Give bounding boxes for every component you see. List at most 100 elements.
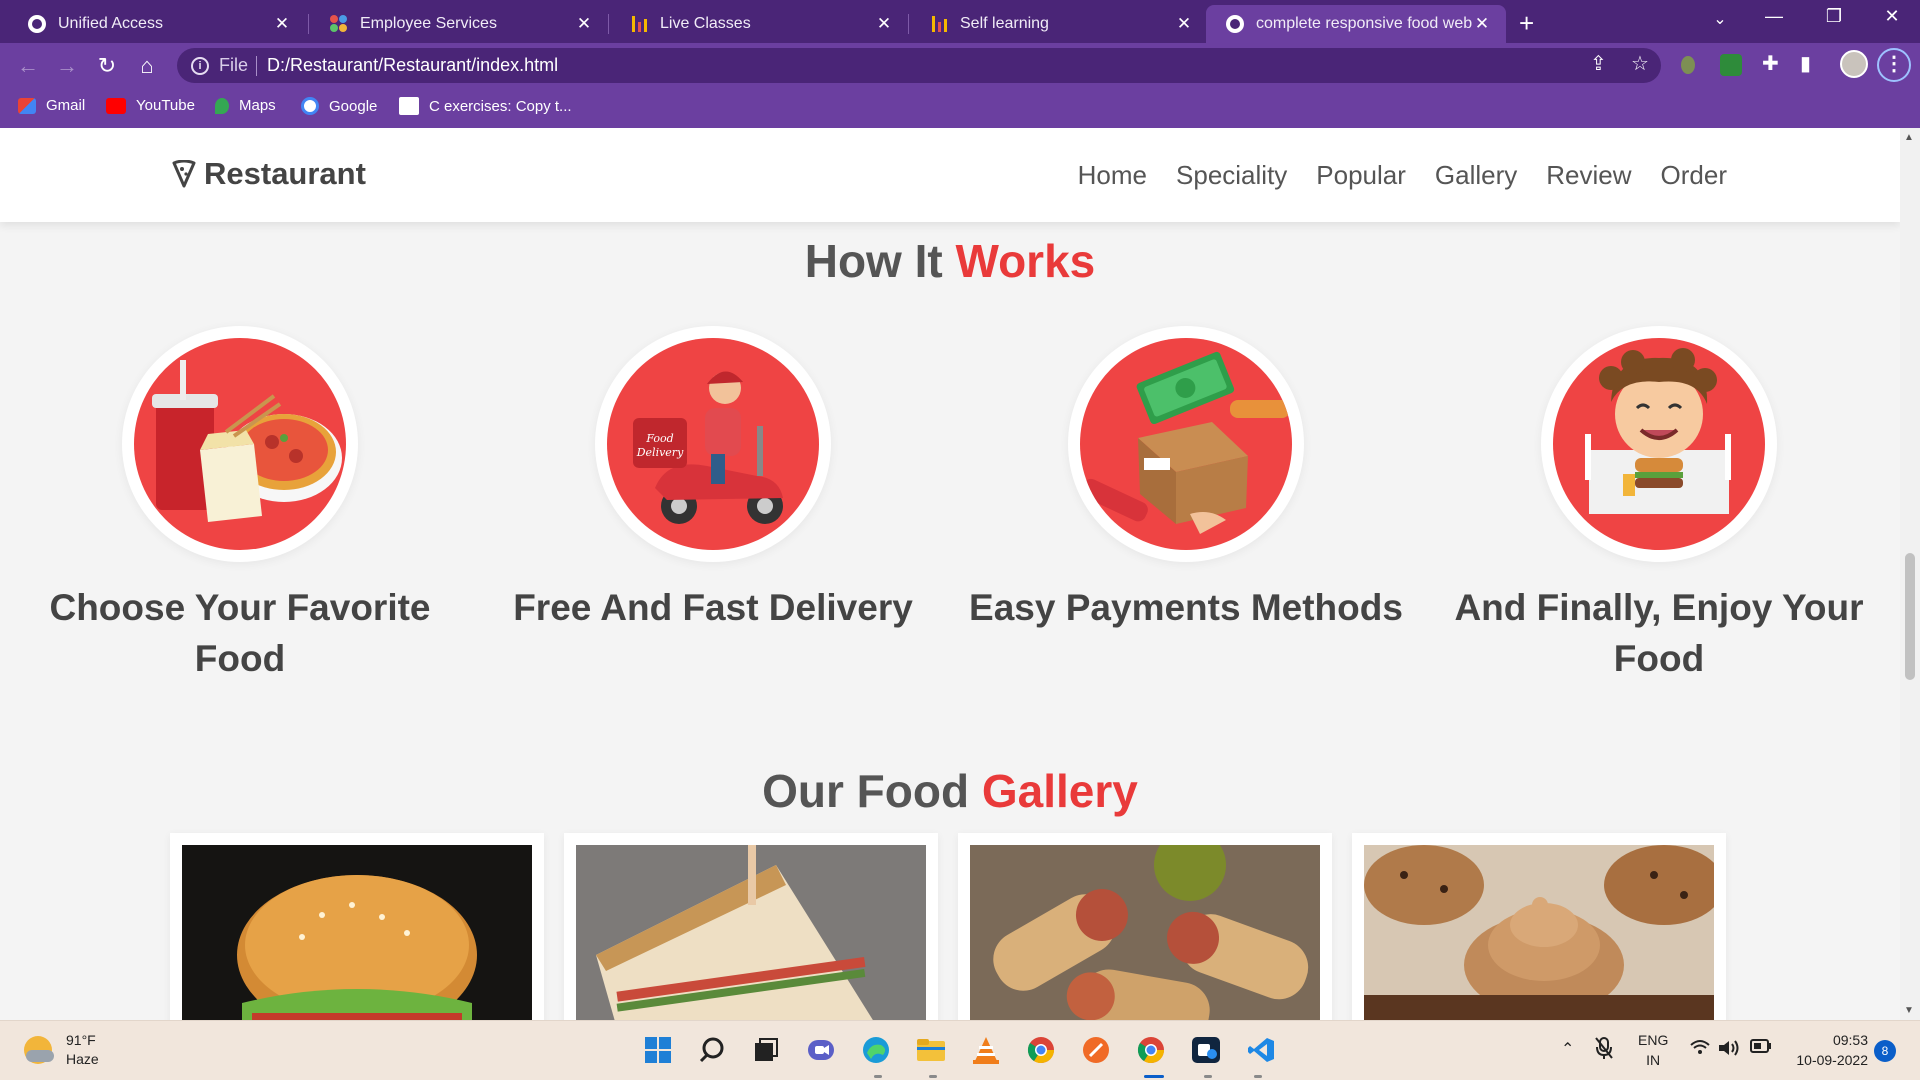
haze-weather-icon [24,1036,54,1064]
extension-icon[interactable] [1720,54,1742,76]
maps-icon [215,97,229,114]
show-hidden-icons-button[interactable]: ⌃ [1561,1039,1574,1059]
home-icon[interactable]: ⌂ [133,53,161,79]
windows-logo-icon [645,1037,671,1063]
gallery-card-cupcakes[interactable] [1352,833,1726,1020]
nav-order[interactable]: Order [1661,160,1727,191]
new-tab-button[interactable]: + [1519,8,1534,39]
forward-icon[interactable]: → [53,53,81,79]
edge-icon [863,1037,889,1063]
step-label: Free And Fast Delivery [513,587,913,628]
search-button[interactable] [695,1033,729,1067]
step-image-frame [122,326,358,562]
vscode-icon [1248,1038,1274,1062]
weather-temperature: 91°F [66,1032,96,1048]
site-logo[interactable]: Restaurant [172,156,366,192]
language-indicator[interactable]: ENG IN [1638,1030,1668,1070]
gallery-card-burger[interactable] [170,833,544,1020]
address-bar[interactable]: i File D:/Restaurant/Restaurant/index.ht… [177,48,1661,83]
bookmark-gmail[interactable]: Gmail [18,97,85,114]
back-icon[interactable]: ← [14,53,42,79]
browser-menu-button[interactable]: ⋮ [1877,48,1911,82]
edge-app[interactable] [859,1033,893,1067]
site-info-icon[interactable]: i [191,56,209,75]
scroll-up-arrow[interactable]: ▲ [1904,132,1914,143]
close-icon[interactable]: ✕ [1174,14,1194,34]
mic-muted-icon[interactable] [1594,1036,1614,1065]
weather-widget[interactable]: 91°F Haze [24,1031,99,1069]
page-scrollbar[interactable]: ▲ ▼ [1900,128,1920,1020]
google-icon [301,97,319,115]
task-view-icon [755,1038,778,1061]
heading-accent: Works [955,235,1096,287]
profile-avatar[interactable] [1840,50,1868,78]
puzzle-extensions-icon[interactable]: ✚ [1762,51,1779,76]
meet-app[interactable] [1189,1033,1223,1067]
gmail-icon [18,97,36,114]
gallery-card-sandwich[interactable] [564,833,938,1020]
teams-chat-app[interactable] [804,1033,838,1067]
tab-food-website[interactable]: complete responsive food websit ✕ [1206,5,1506,43]
notification-badge[interactable]: 8 [1874,1040,1896,1062]
pizza-icon [172,160,196,188]
bookmark-youtube[interactable]: YouTube [106,97,195,114]
tab-separator [308,14,309,34]
share-icon[interactable]: ⇪ [1590,51,1607,76]
minimize-button[interactable]: — [1754,6,1794,27]
tab-employee-services[interactable]: Employee Services ✕ [310,5,608,43]
bookmark-c-exercises[interactable]: C exercises: Copy t... [399,97,572,115]
bookmark-maps[interactable]: Maps [215,97,276,114]
close-window-button[interactable]: ✕ [1872,6,1912,27]
file-explorer-app[interactable] [914,1033,948,1067]
running-indicator [874,1075,882,1078]
bookmark-star-icon[interactable]: ☆ [1631,51,1649,76]
step-image-frame [1541,326,1777,562]
tab-self-learning[interactable]: Self learning ✕ [910,5,1208,43]
step-image-frame [1068,326,1304,562]
tab-title: complete responsive food websit [1256,15,1472,32]
clock-date: 10-09-2022 [1796,1052,1868,1068]
nav-review[interactable]: Review [1546,160,1631,191]
step-card-enjoy-food: And Finally, Enjoy Your Food [1439,326,1879,684]
extension-icon[interactable] [1681,56,1695,74]
reload-icon[interactable]: ↻ [93,53,121,79]
burger-photo [182,845,532,1020]
video-meeting-icon [1192,1037,1220,1063]
scrollbar-thumb[interactable] [1905,553,1915,680]
vlc-app[interactable] [969,1033,1003,1067]
brave-app[interactable] [1079,1033,1113,1067]
close-icon[interactable]: ✕ [874,14,894,34]
bookmark-google[interactable]: Google [301,97,377,115]
nav-home[interactable]: Home [1078,160,1147,191]
gallery-card-wraps[interactable] [958,833,1332,1020]
vscode-app[interactable] [1244,1033,1278,1067]
side-panel-icon[interactable]: ▮ [1800,51,1811,76]
task-view-button[interactable] [749,1033,783,1067]
chrome-active-app[interactable] [1134,1033,1168,1067]
tab-unified-access[interactable]: Unified Access ✕ [8,5,306,43]
clock[interactable]: 09:53 10-09-2022 [1784,1030,1868,1070]
nav-gallery[interactable]: Gallery [1435,160,1517,191]
tab-separator [908,14,909,34]
nav-popular[interactable]: Popular [1316,160,1406,191]
chrome-app[interactable] [1024,1033,1058,1067]
tab-live-classes[interactable]: Live Classes ✕ [610,5,908,43]
battery-icon[interactable] [1750,1039,1772,1058]
tab-search-icon[interactable]: ⌄ [1700,9,1740,29]
url-text[interactable]: D:/Restaurant/Restaurant/index.html [267,55,558,76]
close-icon[interactable]: ✕ [574,14,594,34]
food-combo-illustration [134,338,346,550]
running-indicator [1204,1075,1212,1078]
volume-icon[interactable] [1718,1039,1740,1062]
wraps-photo [970,845,1320,1020]
close-icon[interactable]: ✕ [1472,14,1492,34]
main-nav: Home Speciality Popular Gallery Review O… [1078,160,1727,191]
bookmark-label: Maps [239,97,276,114]
close-icon[interactable]: ✕ [272,14,292,34]
scroll-down-arrow[interactable]: ▼ [1904,1005,1914,1016]
payment-package-illustration [1080,338,1292,550]
restore-button[interactable]: ❐ [1814,6,1854,27]
nav-speciality[interactable]: Speciality [1176,160,1287,191]
start-button[interactable] [641,1033,675,1067]
wifi-icon[interactable] [1690,1039,1710,1060]
